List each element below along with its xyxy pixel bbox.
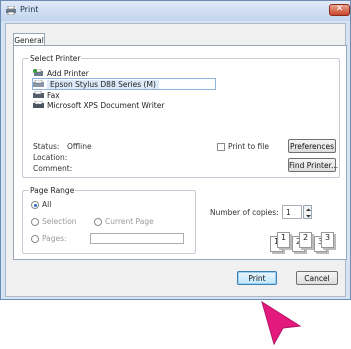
window-title: Print: [20, 5, 39, 14]
fax-icon: [33, 91, 44, 98]
location-label: Location:: [33, 153, 68, 162]
collate-page: 2: [299, 232, 312, 248]
printer-icon: [6, 6, 16, 15]
copies-spinner[interactable]: [303, 205, 312, 219]
pages-input[interactable]: [90, 233, 184, 244]
status-label: Status:: [33, 142, 60, 151]
printer-icon: [33, 101, 44, 108]
printer-item-fax[interactable]: Fax: [33, 90, 60, 100]
radio-selection[interactable]: [31, 218, 39, 226]
copies-input[interactable]: 1: [282, 205, 302, 219]
radio-selection-label[interactable]: Selection: [42, 217, 77, 226]
collate-page: 3: [321, 232, 334, 248]
print-dialog: Print ✕ General Select Printer Add Print…: [0, 0, 351, 300]
print-to-file-label[interactable]: Print to file: [228, 142, 269, 151]
page-range-group: Page Range All Selection Current Page Pa…: [22, 186, 196, 254]
spinner-arrows-icon: [306, 208, 311, 218]
dialog-body: General Select Printer Add Printer Epson…: [5, 23, 347, 297]
close-button[interactable]: ✕: [329, 4, 350, 16]
radio-pages-label[interactable]: Pages:: [42, 234, 67, 243]
pointer-cursor-icon: [261, 300, 302, 346]
radio-all-label[interactable]: All: [42, 200, 51, 209]
close-icon: ✕: [335, 4, 344, 14]
preferences-button[interactable]: Preferences: [288, 139, 336, 153]
printer-icon: [33, 80, 44, 87]
page-range-title: Page Range: [29, 186, 76, 195]
general-tab-panel: Select Printer Add Printer Epson Stylus …: [13, 45, 347, 260]
collate-page: 1: [277, 232, 290, 248]
find-printer-button[interactable]: Find Printer...: [288, 158, 338, 172]
radio-current-page-label[interactable]: Current Page: [105, 217, 154, 226]
print-button[interactable]: Print: [237, 271, 277, 285]
printer-item-epson[interactable]: Epson Stylus D88 Series (M): [32, 78, 216, 90]
select-printer-title: Select Printer: [29, 54, 82, 63]
copies-label: Number of copies:: [210, 208, 279, 217]
radio-current-page[interactable]: [94, 218, 102, 226]
printer-item-xps[interactable]: Microsoft XPS Document Writer: [33, 100, 164, 110]
add-printer-icon: [33, 69, 43, 76]
comment-label: Comment:: [33, 164, 73, 173]
cancel-button[interactable]: Cancel: [296, 271, 338, 285]
select-printer-group: Select Printer Add Printer Epson Stylus …: [22, 54, 340, 178]
title-bar[interactable]: Print ✕: [1, 1, 350, 21]
status-value: Offline: [67, 142, 92, 151]
printer-item-add-printer[interactable]: Add Printer: [33, 68, 89, 78]
radio-pages[interactable]: [31, 235, 39, 243]
print-to-file-checkbox[interactable]: [217, 143, 225, 151]
radio-all[interactable]: [31, 201, 39, 209]
